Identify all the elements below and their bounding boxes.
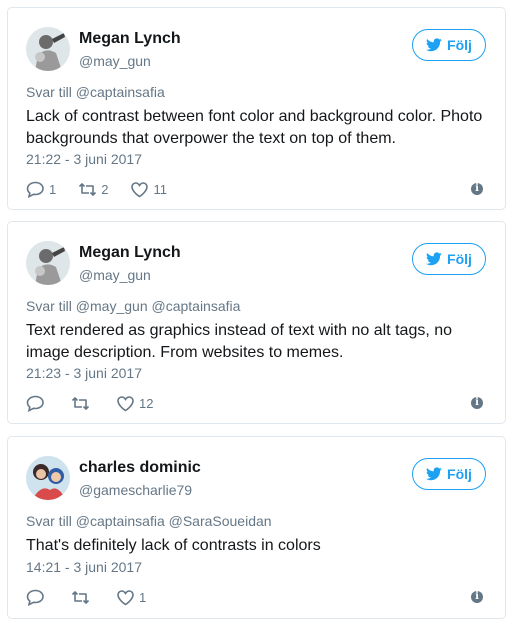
reply-icon — [26, 395, 44, 412]
like-button[interactable]: 11 — [130, 181, 167, 198]
tweet-actions: 12 — [26, 392, 175, 414]
like-button[interactable]: 12 — [116, 395, 153, 412]
like-count: 12 — [139, 395, 154, 411]
follow-button[interactable]: Följ — [412, 243, 486, 275]
reply-icon — [26, 181, 44, 198]
heart-icon — [117, 395, 134, 411]
info-icon[interactable]: i — [471, 591, 483, 603]
reply-button[interactable] — [26, 589, 49, 606]
tweet-card: Megan Lynch @may_gun Följ Svar till @cap… — [7, 7, 506, 210]
user-handle[interactable]: @gamescharlie79 — [79, 482, 192, 498]
reply-mentions[interactable]: @captainsafia — [76, 84, 165, 100]
follow-button[interactable]: Följ — [412, 458, 486, 490]
tweet-card: charles dominic @gamescharlie79 Följ Sva… — [7, 436, 506, 619]
retweet-button[interactable]: 2 — [78, 181, 108, 198]
reply-button[interactable] — [26, 395, 49, 412]
tweet-text: That's definitely lack of contrasts in c… — [26, 537, 321, 554]
reply-prefix: Svar till — [26, 84, 72, 100]
info-icon[interactable]: i — [471, 397, 483, 409]
reply-mentions[interactable]: @may_gun @captainsafia — [76, 298, 241, 314]
like-count: 1 — [139, 589, 147, 605]
twitter-bird-icon — [426, 252, 442, 266]
reply-context: Svar till @may_gun @captainsafia — [26, 298, 240, 314]
follow-label: Följ — [447, 251, 472, 267]
follow-label: Följ — [447, 37, 472, 53]
retweet-count: 2 — [101, 181, 109, 197]
reply-icon — [26, 589, 44, 606]
info-icon[interactable]: i — [471, 183, 483, 195]
avatar-image — [26, 456, 70, 500]
twitter-bird-icon — [426, 467, 442, 481]
avatar-image — [26, 27, 70, 71]
display-name[interactable]: Megan Lynch — [79, 244, 181, 262]
retweet-icon — [71, 590, 90, 604]
heart-icon — [131, 181, 149, 197]
avatar[interactable] — [26, 27, 70, 71]
avatar-image — [26, 241, 70, 285]
like-button[interactable]: 1 — [116, 589, 146, 606]
tweet-timestamp[interactable]: 21:22 - 3 juni 2017 — [26, 151, 142, 167]
follow-button[interactable]: Följ — [412, 29, 486, 61]
user-handle[interactable]: @may_gun — [79, 267, 151, 283]
tweet-actions: 1 2 11 — [26, 178, 189, 200]
heart-icon — [117, 589, 134, 605]
tweet-card: Megan Lynch @may_gun Följ Svar till @may… — [7, 221, 506, 424]
reply-button[interactable]: 1 — [26, 181, 56, 198]
reply-context: Svar till @captainsafia @SaraSoueidan — [26, 513, 272, 529]
reply-prefix: Svar till — [26, 298, 72, 314]
follow-label: Följ — [447, 466, 472, 482]
tweet-actions: 1 — [26, 586, 168, 608]
avatar[interactable] — [26, 456, 70, 500]
reply-count: 1 — [49, 181, 57, 197]
like-count: 11 — [153, 181, 167, 197]
twitter-bird-icon — [426, 38, 442, 52]
display-name[interactable]: Megan Lynch — [79, 30, 181, 48]
retweet-icon — [79, 182, 97, 196]
user-handle[interactable]: @may_gun — [79, 53, 151, 69]
tweet-text: Text rendered as graphics instead of tex… — [26, 322, 453, 361]
reply-mentions[interactable]: @captainsafia @SaraSoueidan — [76, 513, 272, 529]
tweet-timestamp[interactable]: 21:23 - 3 juni 2017 — [26, 365, 142, 381]
reply-context: Svar till @captainsafia — [26, 84, 165, 100]
retweet-button[interactable] — [71, 395, 94, 412]
display-name[interactable]: charles dominic — [79, 459, 201, 477]
tweet-timestamp[interactable]: 14:21 - 3 juni 2017 — [26, 559, 142, 575]
retweet-icon — [71, 396, 90, 410]
reply-prefix: Svar till — [26, 513, 72, 529]
retweet-button[interactable] — [71, 589, 94, 606]
tweet-text: Lack of contrast between font color and … — [26, 108, 483, 147]
avatar[interactable] — [26, 241, 70, 285]
